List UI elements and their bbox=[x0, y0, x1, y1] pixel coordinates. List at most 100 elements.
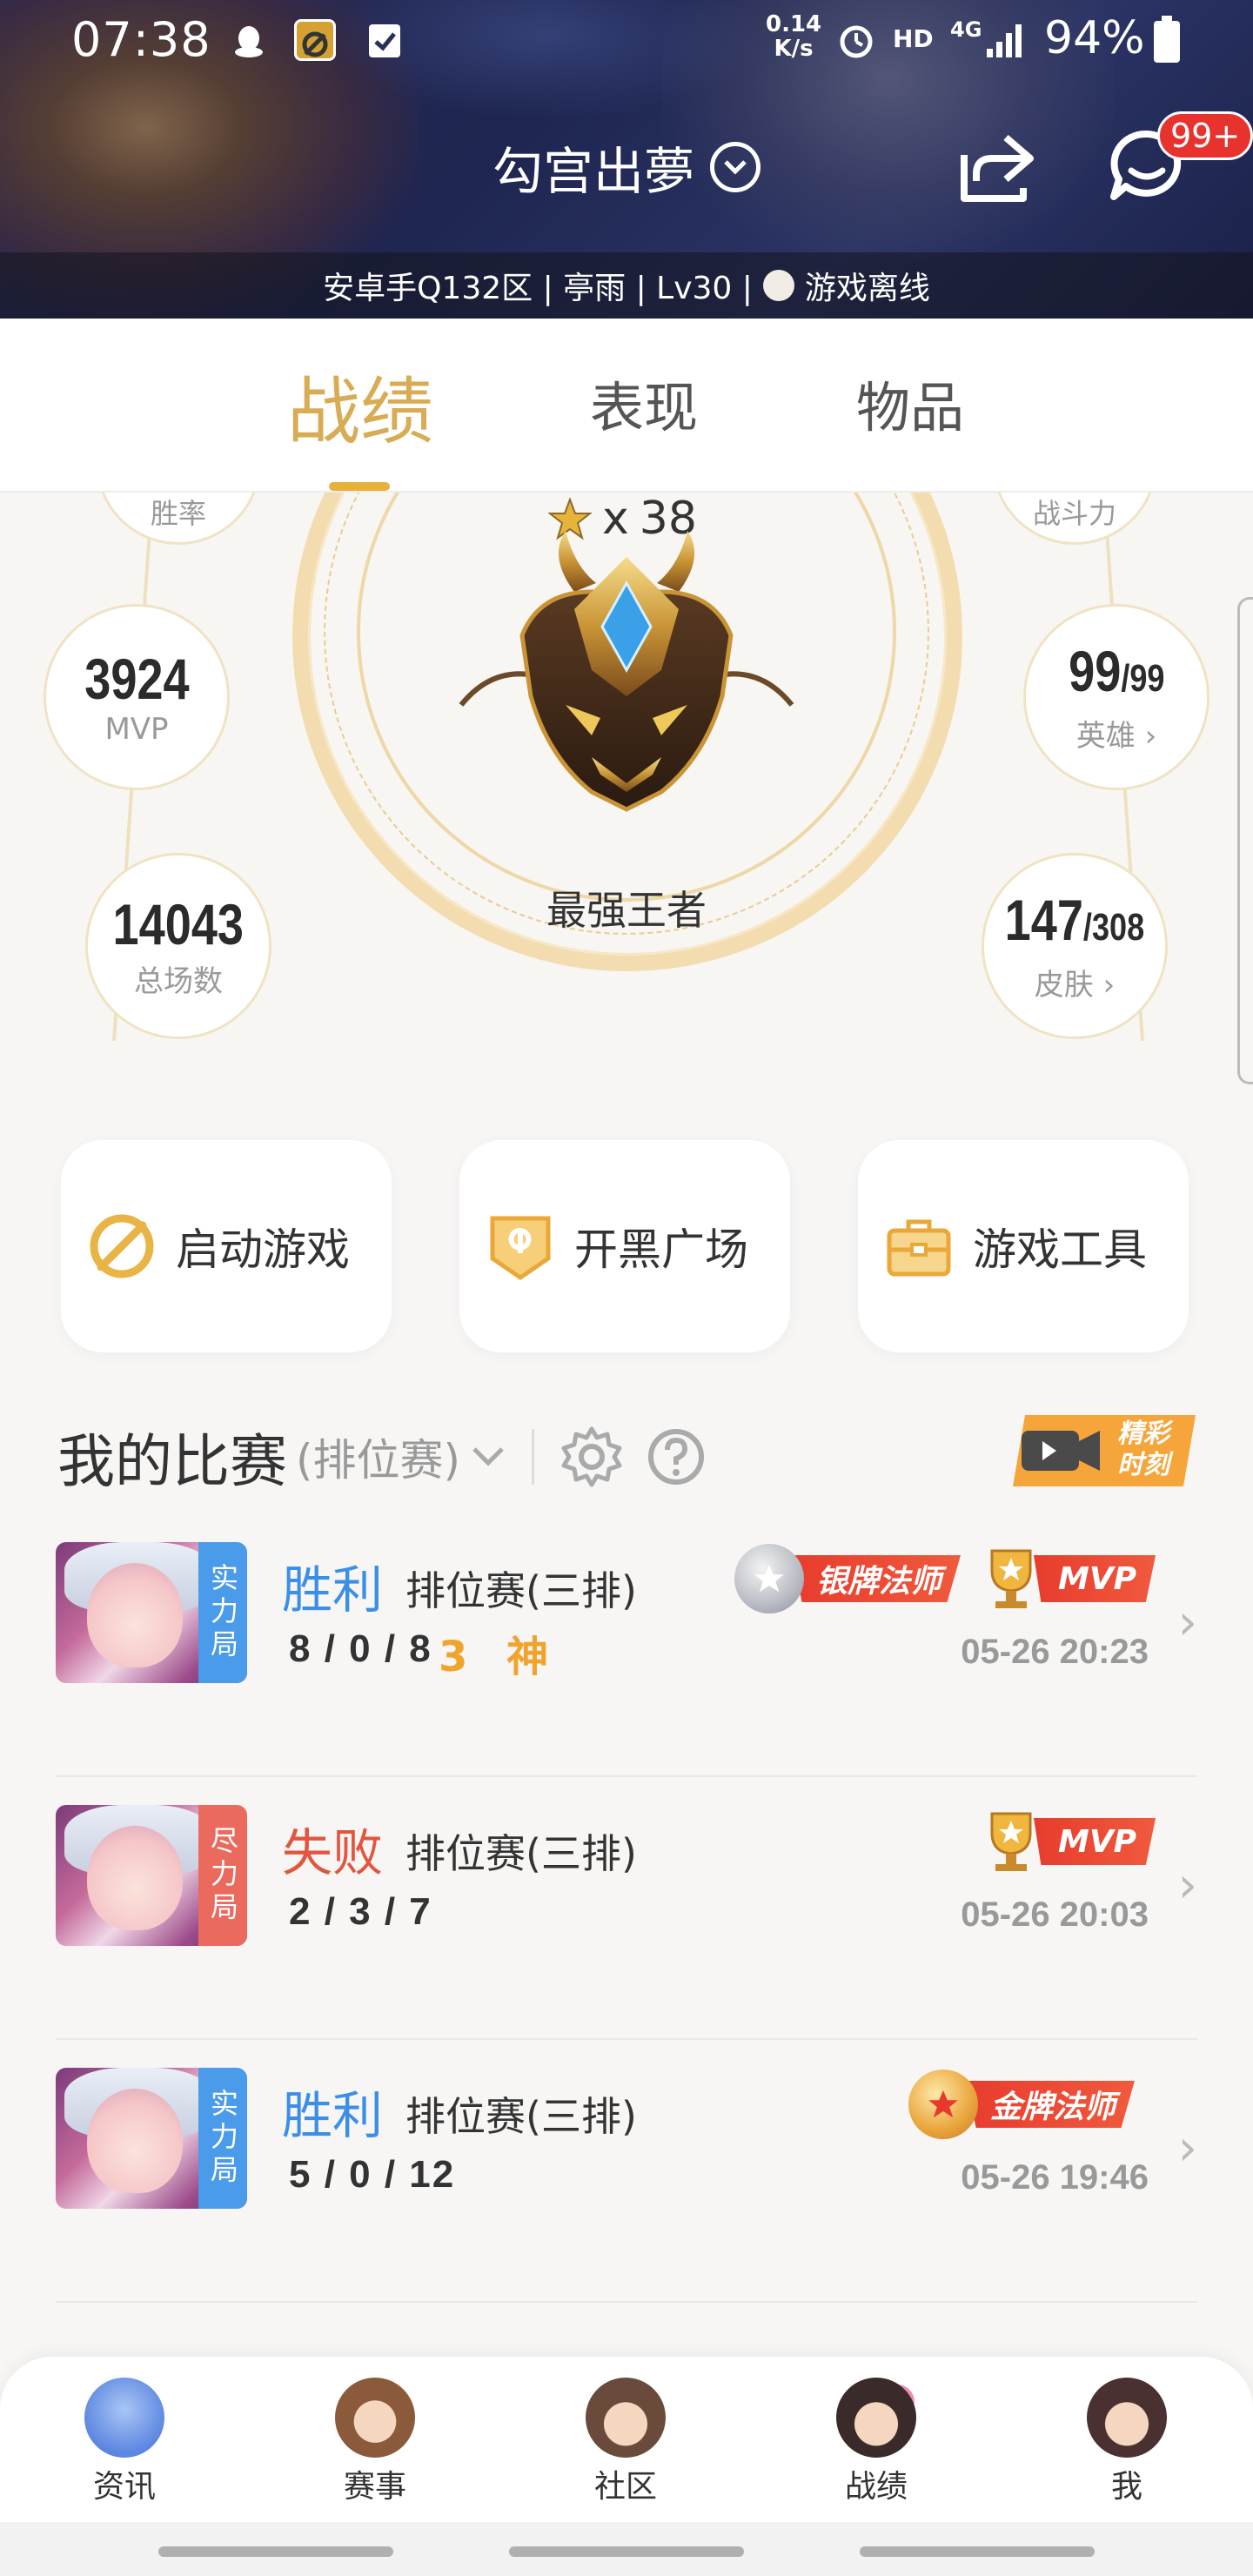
combat-power-label: 战斗力 bbox=[1032, 497, 1116, 530]
tab-items[interactable]: 物品 bbox=[856, 364, 964, 442]
offline-status-dot bbox=[762, 270, 794, 301]
mvp-stat[interactable]: 3924 MVP bbox=[44, 604, 230, 790]
gold-medal-icon bbox=[908, 2070, 978, 2139]
match-quality-tag: 实力局 bbox=[198, 1542, 247, 1683]
launch-game-label: 启动游戏 bbox=[176, 1224, 350, 1275]
side-drawer-handle[interactable] bbox=[1237, 597, 1253, 1084]
match-mode: 排位赛(三排) bbox=[405, 1830, 637, 1877]
heroes-label-text: 英雄 bbox=[1075, 719, 1136, 754]
match-result: 失败 bbox=[282, 1823, 384, 1882]
match-type-filter[interactable]: (排位赛) bbox=[296, 1426, 460, 1488]
nav-events[interactable]: 赛事 bbox=[310, 2378, 440, 2506]
help-question-icon[interactable] bbox=[646, 1426, 707, 1487]
record-avatar-icon bbox=[836, 2378, 916, 2458]
nav-news[interactable]: 资讯 bbox=[59, 2378, 190, 2506]
bottom-navigation: 资讯 赛事 社区 战绩 我 bbox=[0, 2357, 1253, 2522]
tab-records[interactable]: 战绩 bbox=[287, 353, 433, 459]
nav-records[interactable]: 战绩 bbox=[811, 2378, 941, 2506]
net-speed-unit: K/s bbox=[774, 36, 814, 62]
match-quality-text: 实力局 bbox=[206, 1563, 239, 1662]
system-nav-pill[interactable] bbox=[158, 2546, 393, 2557]
task-check-icon bbox=[364, 19, 405, 61]
combat-power-bubble[interactable]: 战斗力 bbox=[992, 493, 1157, 545]
match-row[interactable]: 实力局 胜利 排位赛(三排) 8 / 0 / 8 3 神 银牌法师 MVP 05… bbox=[56, 1514, 1197, 1777]
status-time: 07:38 bbox=[71, 12, 211, 67]
hero-avatar: 实力局 bbox=[56, 2068, 247, 2209]
chevron-right-icon: › bbox=[1177, 1594, 1197, 1651]
heroes-label: 英雄 › bbox=[1075, 719, 1157, 754]
hero-face bbox=[87, 2089, 183, 2193]
system-nav-pill[interactable] bbox=[509, 2546, 744, 2557]
highlights-button[interactable]: 精彩 时刻 bbox=[1013, 1415, 1196, 1486]
hero-face bbox=[87, 1826, 183, 1930]
match-result: 胜利 bbox=[282, 1560, 384, 1620]
mvp-ribbon: MVP bbox=[1034, 1555, 1156, 1602]
server-info: 安卓手Q132区 | 亭雨 | Lv30 | bbox=[323, 271, 753, 306]
skins-label-text: 皮肤 bbox=[1034, 968, 1094, 1003]
match-row[interactable]: 实力局 胜利 排位赛(三排) 5 / 0 / 12 金牌法师 05-26 19:… bbox=[56, 2040, 1197, 2303]
match-row[interactable]: 尽力局 失败 排位赛(三排) 2 / 3 / 7 MVP 05-26 20:03… bbox=[56, 1777, 1197, 2040]
profile-name-switcher[interactable]: 勾宫出夢 bbox=[0, 131, 1253, 204]
nav-community-label: 社区 bbox=[593, 2469, 657, 2505]
match-quality-tag: 尽力局 bbox=[198, 1805, 247, 1946]
king-rank-emblem-icon bbox=[459, 531, 794, 812]
record-tabs: 战绩 表现 物品 bbox=[0, 319, 1253, 493]
nav-records-label: 战绩 bbox=[844, 2469, 908, 2505]
nav-me[interactable]: 我 bbox=[1062, 2378, 1192, 2506]
game-app-icon bbox=[294, 19, 336, 61]
share-button[interactable] bbox=[954, 129, 1037, 205]
match-date: 05-26 19:46 bbox=[961, 2158, 1149, 2197]
match-kda: 5 / 0 / 12 bbox=[289, 2153, 456, 2196]
my-matches-title: 我的比赛 bbox=[57, 1428, 287, 1495]
status-bar: 07:38 0.14 K/s HD 4G 94% bbox=[0, 0, 1253, 84]
nav-community[interactable]: 社区 bbox=[560, 2378, 691, 2506]
match-mode: 排位赛(三排) bbox=[405, 1567, 637, 1614]
total-matches-label: 总场数 bbox=[134, 963, 223, 999]
battery-icon bbox=[1154, 16, 1180, 63]
team-square-button[interactable]: 开黑广场 bbox=[459, 1140, 790, 1352]
silver-mage-ribbon: 银牌法师 bbox=[792, 1555, 962, 1602]
active-tab-indicator bbox=[329, 482, 390, 491]
chevron-right-icon: › bbox=[1177, 2120, 1197, 2177]
mvp-label: MVP bbox=[104, 712, 169, 747]
skins-label: 皮肤 › bbox=[1034, 968, 1116, 1003]
tab-performance[interactable]: 表现 bbox=[590, 364, 698, 442]
alarm-icon bbox=[835, 19, 877, 61]
win-rate-bubble[interactable]: 胜率 bbox=[96, 493, 261, 545]
trophy-icon bbox=[990, 1549, 1032, 1608]
match-result: 胜利 bbox=[282, 2086, 384, 2145]
toolbox-icon bbox=[887, 1219, 951, 1277]
events-avatar-icon bbox=[335, 2378, 415, 2458]
launch-game-button[interactable]: 启动游戏 bbox=[61, 1140, 392, 1352]
nav-events-label: 赛事 bbox=[343, 2469, 406, 2505]
trophy-icon bbox=[990, 1812, 1032, 1871]
hero-avatar: 实力局 bbox=[56, 1542, 247, 1683]
system-nav-pill[interactable] bbox=[860, 2546, 1095, 2557]
heroes-count: 99/99 bbox=[1069, 640, 1164, 710]
hero-face bbox=[87, 1563, 183, 1667]
filter-chevron-down-icon[interactable] bbox=[469, 1444, 507, 1470]
chevron-down-icon bbox=[710, 142, 761, 192]
match-quality-text: 尽力局 bbox=[206, 1826, 239, 1925]
game-tools-button[interactable]: 游戏工具 bbox=[858, 1140, 1189, 1352]
community-avatar-icon bbox=[586, 2378, 666, 2458]
news-avatar-icon bbox=[84, 2378, 164, 2458]
gold-mage-ribbon: 金牌法师 bbox=[966, 2081, 1136, 2128]
hero-avatar: 尽力局 bbox=[56, 1805, 247, 1946]
match-quality-tag: 实力局 bbox=[198, 2068, 247, 2209]
rank-title: 最强王者 bbox=[546, 887, 707, 934]
hd-indicator: HD bbox=[893, 24, 934, 53]
battery-percent: 94% bbox=[1044, 12, 1145, 64]
settings-gear-icon[interactable] bbox=[559, 1424, 625, 1490]
net-speed-value: 0.14 bbox=[766, 11, 822, 37]
mvp-count: 3924 bbox=[84, 647, 190, 711]
nav-news-label: 资讯 bbox=[92, 2469, 156, 2505]
profile-name: 勾宫出夢 bbox=[492, 142, 694, 201]
game-tools-label: 游戏工具 bbox=[973, 1224, 1147, 1275]
heroes-owned: 99 bbox=[1068, 639, 1122, 703]
header-divider bbox=[532, 1429, 535, 1485]
chevron-right-icon: › bbox=[1177, 1857, 1197, 1914]
match-date: 05-26 20:23 bbox=[961, 1633, 1149, 1671]
heroes-stat[interactable]: 99/99 英雄 › bbox=[1023, 604, 1209, 790]
heroes-total: /99 bbox=[1121, 657, 1165, 700]
